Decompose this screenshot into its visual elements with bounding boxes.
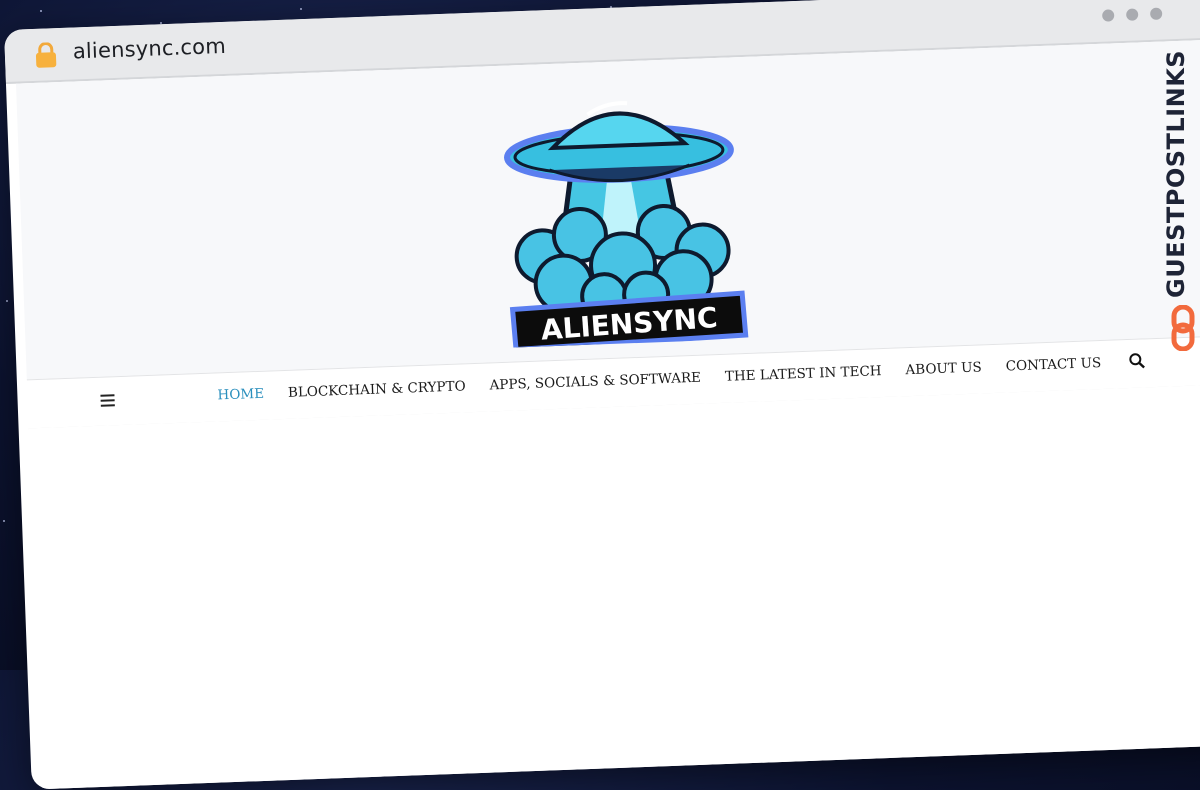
site-header: ALIENSYNC <box>15 38 1200 380</box>
chain-link-icon <box>1171 305 1195 351</box>
window-dot-3[interactable] <box>1149 7 1163 20</box>
website-viewport: ALIENSYNC HOME BLOCKCHAIN & CRYPTO APPS,… <box>15 38 1200 790</box>
window-dot-2[interactable] <box>1125 8 1139 21</box>
hamburger-menu-icon[interactable] <box>100 394 115 410</box>
page-content-area <box>28 382 1200 790</box>
browser-window: aliensync.com ALIENSYNC HOME BLOCKCHAIN … <box>4 0 1200 790</box>
lock-icon <box>35 42 57 68</box>
search-icon[interactable] <box>1129 352 1146 369</box>
nav-item-about-us[interactable]: ABOUT US <box>905 359 982 378</box>
guestpostlinks-watermark-text: GUESTPOSTLINKS <box>1162 49 1190 298</box>
nav-item-home[interactable]: HOME <box>217 386 264 404</box>
aliensync-logo[interactable]: ALIENSYNC <box>486 79 755 349</box>
nav-item-blockchain-crypto[interactable]: BLOCKCHAIN & CRYPTO <box>288 378 466 401</box>
nav-item-contact-us[interactable]: CONTACT US <box>1005 355 1101 374</box>
window-controls <box>1101 7 1163 22</box>
window-dot-1[interactable] <box>1101 9 1115 22</box>
address-bar-url[interactable]: aliensync.com <box>72 34 226 64</box>
nav-item-apps-socials-software[interactable]: APPS, SOCIALS & SOFTWARE <box>489 370 701 394</box>
nav-item-latest-in-tech[interactable]: THE LATEST IN TECH <box>725 363 882 385</box>
